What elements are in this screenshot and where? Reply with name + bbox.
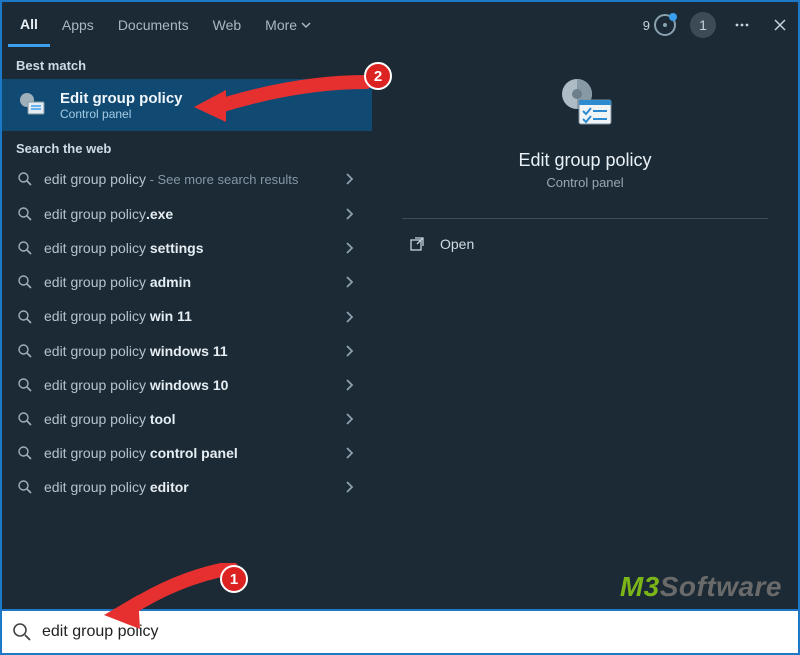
web-result-text: edit group policy win 11 — [44, 307, 330, 325]
tab-label: More — [265, 17, 297, 33]
chevron-right-icon — [340, 205, 358, 223]
best-match-subtitle: Control panel — [60, 107, 183, 121]
chevron-right-icon — [340, 478, 358, 496]
chevron-right-icon — [340, 170, 358, 188]
chevron-down-icon — [301, 17, 311, 33]
annotation-badge-2: 2 — [364, 62, 392, 90]
group-policy-icon-large — [553, 72, 617, 136]
web-results-list: edit group policy - See more search resu… — [2, 162, 372, 505]
header-right: 9 1 — [643, 2, 792, 48]
windows-search-panel: All Apps Documents Web More 9 1 — [2, 2, 798, 612]
web-result-item[interactable]: edit group policy windows 11 — [2, 334, 372, 368]
web-result-item[interactable]: edit group policy win 11 — [2, 299, 372, 333]
search-icon — [16, 239, 34, 257]
detail-title: Edit group policy — [518, 150, 651, 171]
best-match-text: Edit group policy Control panel — [60, 90, 183, 121]
watermark-part2: Software — [660, 571, 782, 602]
more-options-button[interactable] — [730, 13, 754, 37]
chevron-right-icon — [340, 410, 358, 428]
tab-all[interactable]: All — [8, 3, 50, 47]
open-icon — [408, 235, 426, 253]
search-icon — [16, 170, 34, 188]
web-result-text: edit group policy admin — [44, 273, 330, 291]
medal-icon — [654, 14, 676, 36]
web-result-item[interactable]: edit group policy editor — [2, 470, 372, 504]
annotation-badge-1: 1 — [220, 565, 248, 593]
detail-subtitle: Control panel — [546, 175, 623, 190]
chevron-right-icon — [340, 273, 358, 291]
badge-text: 1 — [699, 17, 707, 33]
group-policy-icon — [16, 89, 48, 121]
search-web-label: Search the web — [2, 131, 372, 162]
search-icon — [12, 622, 32, 642]
tab-label: Documents — [118, 17, 189, 33]
search-icon — [16, 478, 34, 496]
search-icon — [16, 273, 34, 291]
chevron-right-icon — [340, 342, 358, 360]
web-result-text: edit group policy.exe — [44, 205, 330, 223]
web-result-item[interactable]: edit group policy windows 10 — [2, 368, 372, 402]
web-result-item[interactable]: edit group policy tool — [2, 402, 372, 436]
web-result-item[interactable]: edit group policy settings — [2, 231, 372, 265]
search-icon — [16, 205, 34, 223]
rewards-button[interactable]: 9 — [643, 14, 676, 36]
tab-web[interactable]: Web — [201, 3, 254, 47]
close-button[interactable] — [768, 13, 792, 37]
web-result-text: edit group policy tool — [44, 410, 330, 428]
search-icon — [16, 308, 34, 326]
web-result-text: edit group policy control panel — [44, 444, 330, 462]
open-action[interactable]: Open — [372, 219, 798, 269]
search-icon — [16, 342, 34, 360]
chevron-right-icon — [340, 444, 358, 462]
detail-pane: Edit group policy Control panel — [372, 52, 798, 190]
search-icon — [16, 444, 34, 462]
tab-apps[interactable]: Apps — [50, 3, 106, 47]
chevron-right-icon — [340, 239, 358, 257]
web-result-item[interactable]: edit group policy - See more search resu… — [2, 162, 372, 197]
tab-label: Web — [213, 17, 242, 33]
tab-more[interactable]: More — [253, 3, 323, 47]
web-result-text: edit group policy windows 11 — [44, 342, 330, 360]
account-badge[interactable]: 1 — [690, 12, 716, 38]
web-result-item[interactable]: edit group policy admin — [2, 265, 372, 299]
annotation-arrow-2 — [186, 72, 376, 132]
web-result-text: edit group policy - See more search resu… — [44, 170, 330, 189]
tab-label: All — [20, 16, 38, 32]
web-result-text: edit group policy editor — [44, 478, 330, 496]
tab-label: Apps — [62, 17, 94, 33]
open-label: Open — [440, 236, 474, 252]
search-tabs: All Apps Documents Web More 9 1 — [2, 2, 798, 48]
reward-count: 9 — [643, 18, 650, 33]
chevron-right-icon — [340, 376, 358, 394]
search-icon — [16, 410, 34, 428]
web-result-item[interactable]: edit group policy.exe — [2, 197, 372, 231]
web-result-text: edit group policy settings — [44, 239, 330, 257]
watermark: M3Software — [620, 571, 782, 603]
chevron-right-icon — [340, 308, 358, 326]
web-result-text: edit group policy windows 10 — [44, 376, 330, 394]
best-match-title: Edit group policy — [60, 90, 183, 107]
tab-documents[interactable]: Documents — [106, 3, 201, 47]
detail-column: Edit group policy Control panel Open — [372, 2, 798, 612]
search-icon — [16, 376, 34, 394]
watermark-part1: M3 — [620, 571, 660, 602]
web-result-item[interactable]: edit group policy control panel — [2, 436, 372, 470]
